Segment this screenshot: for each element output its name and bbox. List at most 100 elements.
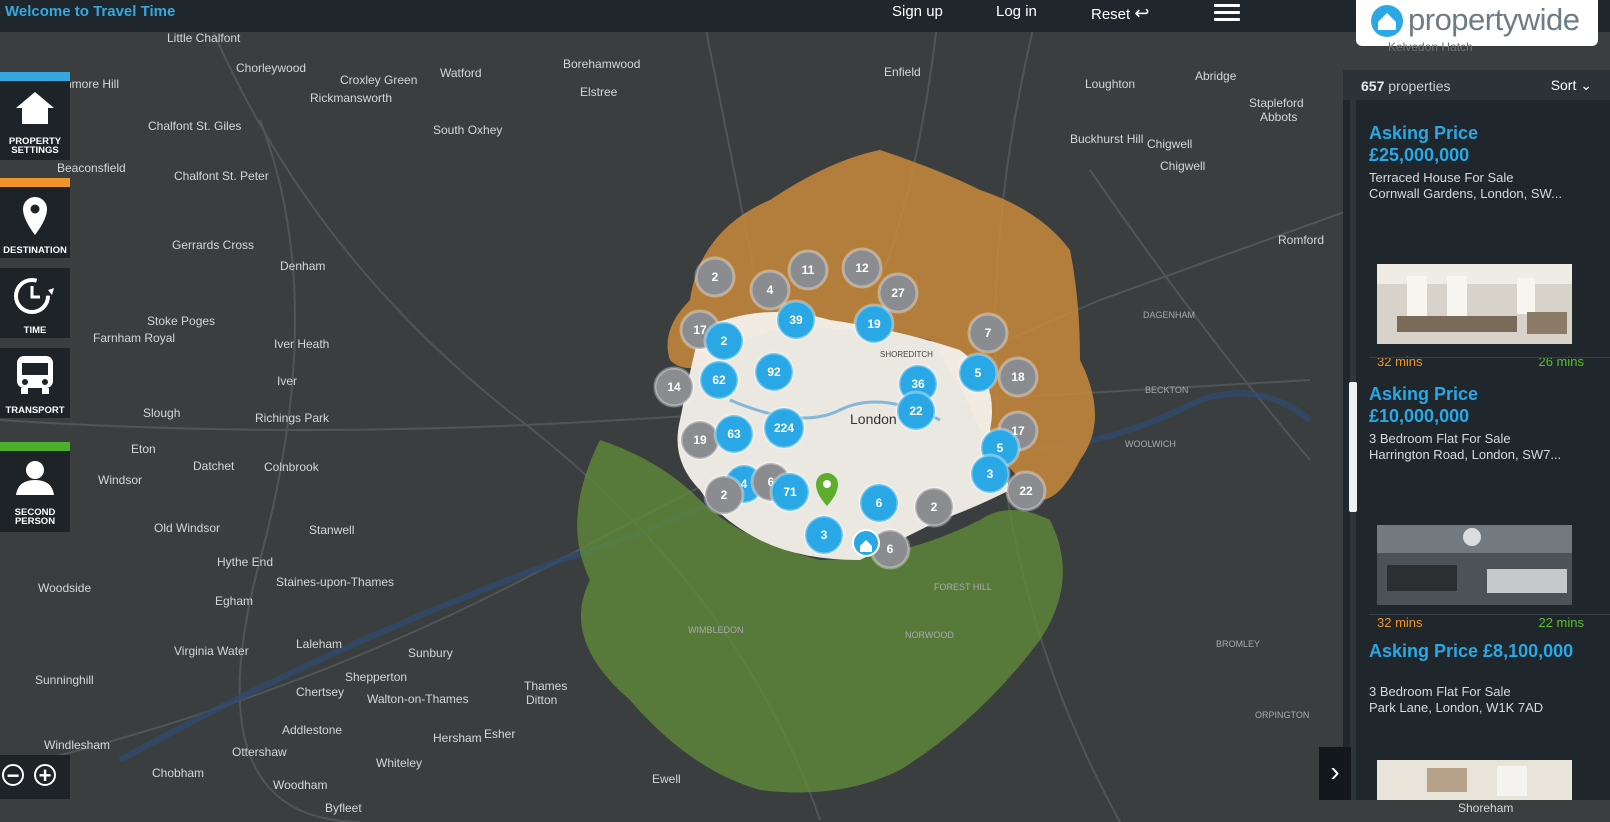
- login-link[interactable]: Log in: [996, 3, 1037, 20]
- cluster-count: 3: [987, 467, 994, 481]
- svg-text:Sunbury: Sunbury: [408, 646, 453, 660]
- price-label: Asking Price: [1369, 123, 1479, 143]
- destination-label: DESTINATION: [3, 245, 67, 256]
- svg-text:BROMLEY: BROMLEY: [1216, 639, 1260, 649]
- svg-text:Chobham: Chobham: [152, 766, 204, 780]
- property-photo[interactable]: [1377, 525, 1572, 605]
- hamburger-menu-icon[interactable]: [1214, 1, 1240, 23]
- clock-icon: [14, 278, 54, 314]
- svg-text:Windsor: Windsor: [98, 473, 142, 487]
- svg-text:Ewell: Ewell: [652, 772, 681, 786]
- property-cluster-marker[interactable]: 5: [957, 352, 999, 394]
- property-cluster-marker[interactable]: 3: [969, 453, 1011, 495]
- svg-text:Hersham: Hersham: [433, 731, 482, 745]
- property-cluster-marker[interactable]: 224: [762, 406, 806, 450]
- cluster-count: 11: [802, 263, 815, 277]
- svg-text:Stanwell: Stanwell: [309, 523, 354, 537]
- property-cluster-marker[interactable]: 22: [1005, 470, 1047, 512]
- price-label: Asking Price: [1369, 384, 1479, 404]
- zoom-in-button[interactable]: +: [34, 764, 56, 787]
- zoom-out-button[interactable]: −: [2, 764, 24, 787]
- property-cluster-marker[interactable]: 71: [769, 471, 811, 513]
- property-type: 3 Bedroom Flat For Sale: [1369, 684, 1511, 699]
- second-person-label: SECOND PERSON: [14, 507, 56, 527]
- property-photo[interactable]: [1377, 264, 1572, 344]
- property-photo[interactable]: [1377, 760, 1572, 800]
- cluster-count: 2: [721, 334, 728, 348]
- card-divider: [1369, 614, 1610, 615]
- app-title: Welcome to Travel Time: [5, 3, 176, 20]
- sort-dropdown[interactable]: Sort ⌄: [1551, 77, 1592, 94]
- svg-text:Enfield: Enfield: [884, 65, 921, 79]
- svg-text:Egham: Egham: [215, 594, 253, 608]
- destination-panel[interactable]: DESTINATION: [0, 178, 70, 258]
- svg-text:Chalfont St. Giles: Chalfont St. Giles: [148, 119, 241, 133]
- property-cluster-marker[interactable]: 2: [703, 320, 745, 362]
- cluster-count: 7: [985, 326, 992, 340]
- svg-text:Laleham: Laleham: [296, 637, 342, 651]
- travel-time-person-b: 22 mins: [1538, 615, 1584, 630]
- property-card[interactable]: Asking Price £8,100,000 3 Bedroom Flat F…: [1369, 640, 1610, 800]
- collapse-list-button[interactable]: ›: [1319, 747, 1351, 800]
- property-cluster-marker[interactable]: 2: [913, 486, 955, 528]
- property-cluster-marker[interactable]: 11: [787, 249, 829, 291]
- svg-text:Hythe End: Hythe End: [217, 555, 273, 569]
- svg-text:WOOLWICH: WOOLWICH: [1125, 439, 1176, 449]
- reset-button[interactable]: Reset ↩: [1091, 3, 1149, 24]
- time-label: TIME: [23, 325, 47, 336]
- property-address: Park Lane, London, W1K 7AD: [1369, 700, 1544, 715]
- property-cluster-marker[interactable]: 7: [967, 312, 1009, 354]
- svg-text:Iver Heath: Iver Heath: [274, 337, 329, 351]
- property-type: 3 Bedroom Flat For Sale: [1369, 431, 1511, 446]
- property-cluster-marker[interactable]: 12: [841, 247, 883, 289]
- cluster-count: 62: [712, 373, 726, 387]
- svg-text:Rickmansworth: Rickmansworth: [310, 91, 392, 105]
- transport-panel[interactable]: TRANSPORT: [0, 348, 70, 418]
- property-cluster-marker[interactable]: 92: [753, 351, 795, 393]
- home-pin[interactable]: [852, 529, 880, 557]
- svg-text:FOREST HILL: FOREST HILL: [934, 582, 992, 592]
- property-cluster-marker[interactable]: 22: [895, 390, 937, 432]
- property-cluster-marker[interactable]: 2: [703, 474, 745, 516]
- price-label: Asking Price £8,100,000: [1369, 641, 1574, 661]
- property-cluster-marker[interactable]: 18: [997, 356, 1039, 398]
- cluster-count: 22: [909, 404, 923, 418]
- property-type: Terraced House For Sale: [1369, 170, 1514, 185]
- property-cluster-marker[interactable]: 14: [653, 366, 695, 408]
- property-card[interactable]: Asking Price £25,000,000 Terraced House …: [1369, 122, 1610, 369]
- cluster-count: 2: [721, 488, 728, 502]
- signup-link[interactable]: Sign up: [892, 3, 943, 20]
- card-divider: [1369, 357, 1610, 358]
- svg-text:Colnbrook: Colnbrook: [264, 460, 320, 474]
- property-card[interactable]: Asking Price £10,000,000 3 Bedroom Flat …: [1369, 383, 1610, 630]
- travel-time-person-a: 32 mins: [1377, 615, 1423, 630]
- property-cluster-marker[interactable]: 19: [853, 303, 895, 345]
- property-cluster-marker[interactable]: 27: [877, 272, 919, 314]
- svg-text:Croxley Green: Croxley Green: [340, 73, 417, 87]
- london-label: London: [850, 411, 897, 427]
- property-settings-panel[interactable]: PROPERTY SETTINGS: [0, 72, 70, 160]
- property-settings-label: PROPERTY SETTINGS: [8, 136, 62, 156]
- cluster-count: 2: [931, 500, 938, 514]
- time-panel[interactable]: TIME: [0, 268, 70, 338]
- chevron-down-icon: ⌄: [1580, 77, 1592, 93]
- svg-text:Chigwell: Chigwell: [1147, 137, 1192, 151]
- property-cluster-marker[interactable]: 3: [803, 514, 845, 556]
- property-cluster-marker[interactable]: 4: [749, 269, 791, 311]
- svg-text:Ottershaw: Ottershaw: [232, 745, 287, 759]
- property-cluster-marker[interactable]: 6: [858, 482, 900, 524]
- scrollbar-thumb[interactable]: [1349, 382, 1357, 512]
- property-cluster-marker[interactable]: 62: [698, 359, 740, 401]
- svg-text:Thames: Thames: [524, 679, 567, 693]
- property-cluster-marker[interactable]: 63: [713, 413, 755, 455]
- property-cluster-marker[interactable]: 2: [694, 256, 736, 298]
- svg-text:Woodside: Woodside: [38, 581, 91, 595]
- svg-text:Denham: Denham: [280, 259, 325, 273]
- property-cluster-marker[interactable]: 39: [775, 299, 817, 341]
- bus-icon: [17, 356, 53, 394]
- cluster-count: 14: [667, 380, 681, 394]
- svg-text:Farnham Royal: Farnham Royal: [93, 331, 175, 345]
- property-list-panel: Kelvedon Hatch 657 properties Sort ⌄ Ask…: [1343, 40, 1610, 800]
- second-person-panel[interactable]: SECOND PERSON: [0, 442, 70, 532]
- property-cluster-marker[interactable]: 19: [679, 419, 721, 461]
